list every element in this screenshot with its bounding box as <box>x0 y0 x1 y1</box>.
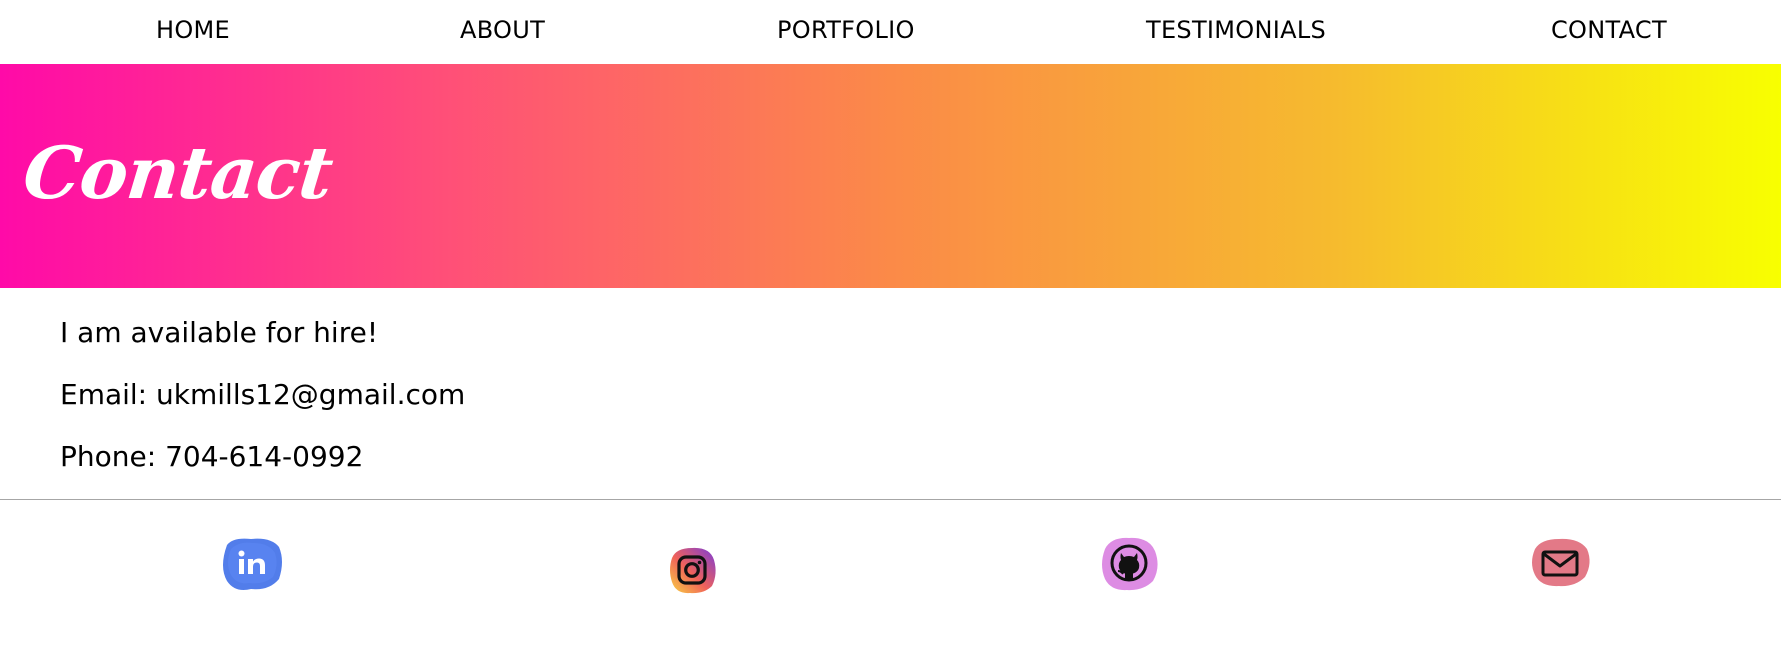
mail-icon <box>1532 538 1590 587</box>
footer-divider <box>0 499 1781 500</box>
email-text: Email: ukmills12@gmail.com <box>60 378 466 411</box>
linkedin-icon <box>223 538 282 590</box>
email-link[interactable] <box>1527 535 1593 591</box>
nav-contact-link[interactable]: CONTACT <box>1551 16 1667 44</box>
top-navigation: HOME ABOUT PORTFOLIO TESTIMONIALS CONTAC… <box>0 0 1781 64</box>
page-title: Contact <box>19 130 337 215</box>
availability-text: I am available for hire! <box>60 316 379 349</box>
github-icon <box>1102 537 1158 591</box>
nav-home-link[interactable]: HOME <box>156 16 230 44</box>
instagram-link[interactable] <box>666 544 718 596</box>
nav-about-link[interactable]: ABOUT <box>460 16 545 44</box>
phone-text: Phone: 704-614-0992 <box>60 440 364 473</box>
nav-portfolio-link[interactable]: PORTFOLIO <box>777 16 915 44</box>
nav-testimonials-link[interactable]: TESTIMONIALS <box>1146 16 1326 44</box>
linkedin-link[interactable] <box>219 535 285 593</box>
instagram-icon <box>670 547 716 594</box>
contact-banner: Contact <box>0 64 1781 288</box>
github-link[interactable] <box>1097 535 1161 593</box>
